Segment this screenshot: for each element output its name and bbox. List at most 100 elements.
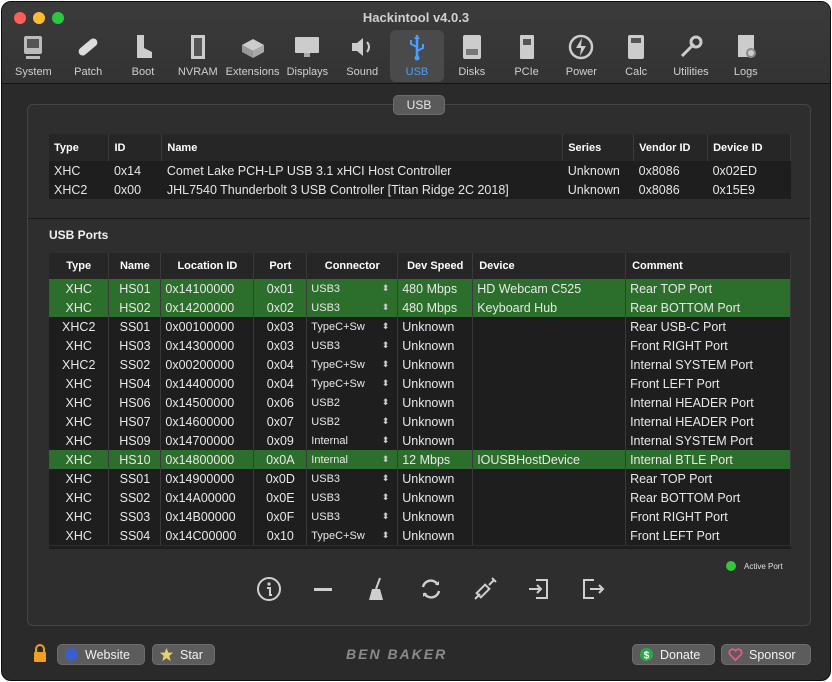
port-comment-cell: Internal SYSTEM Port (625, 431, 791, 450)
usb-port-row[interactable]: XHC HS07 0x14600000 0x07 USB2 ⬍ Unknown Interna… (49, 412, 791, 431)
toolbar-item-system[interactable]: System (6, 30, 61, 82)
toolbar-item-sound[interactable]: Sound (335, 30, 390, 82)
toolbar-item-label: Calc (625, 66, 648, 78)
usb-port-row[interactable]: XHC HS03 0x14300000 0x03 USB3 ⬍ Unknown Front R… (49, 336, 791, 355)
displays-icon (295, 37, 320, 57)
usb-port-row[interactable]: XHC SS02 0x14A00000 0x0E USB3 ⬍ Unknown Rear BO… (49, 488, 791, 507)
controllers-header[interactable]: ID (108, 134, 163, 161)
export-icon (583, 579, 605, 599)
toolbar: System Patch Boot NVRAM Extensions Displays So… (6, 30, 773, 82)
toolbar-item-power[interactable]: Power (554, 30, 609, 82)
inject-button[interactable] (458, 574, 512, 604)
connector-select[interactable]: Internal ⬍ (306, 450, 399, 469)
ports-header[interactable]: Comment (625, 253, 791, 279)
connector-select[interactable]: USB3 ⬍ (306, 279, 399, 298)
controller-row[interactable]: XHC2 0x00 JHL7540 Thunderbolt 3 USB Contro… (49, 180, 791, 199)
usb-port-row[interactable]: XHC SS01 0x14900000 0x0D USB3 ⬍ Unknown Rear TO… (49, 469, 791, 488)
connector-select[interactable]: Internal ⬍ (306, 431, 399, 450)
import-button[interactable] (512, 574, 566, 604)
port-location-cell: 0x14700000 (160, 431, 255, 450)
toolbar-item-nvram[interactable]: NVRAM (170, 30, 225, 82)
usb-port-row[interactable]: XHC SS03 0x14B00000 0x0F USB3 ⬍ Unknown Front R… (49, 507, 791, 526)
port-type-cell: XHC (49, 393, 110, 412)
usb-port-row[interactable]: XHC HS09 0x14700000 0x09 Internal ⬍ Unknown Int… (49, 431, 791, 450)
controllers-header[interactable]: Device ID (707, 134, 791, 161)
controllers-header[interactable]: Series (562, 134, 635, 161)
ports-header[interactable]: Dev Speed (397, 253, 474, 279)
connector-value: USB3 (311, 472, 341, 485)
website-button[interactable]: Website (57, 644, 145, 665)
usb-port-row[interactable]: XHC2 SS01 0x00100000 0x03 TypeC+Sw ⬍ Unknown Re… (49, 317, 791, 336)
toolbar-item-usb[interactable]: USB (389, 30, 445, 82)
donate-button[interactable]: $ Donate (632, 644, 715, 665)
port-speed-cell: Unknown (397, 412, 474, 431)
toolbar-item-extensions[interactable]: Extensions (225, 30, 280, 82)
toolbar-item-calc[interactable]: Calc (609, 30, 664, 82)
connector-select[interactable]: TypeC+Sw ⬍ (306, 374, 399, 393)
port-device-cell (472, 393, 627, 412)
port-type-cell: XHC (49, 279, 110, 298)
website-label: Website (85, 647, 130, 662)
usb-port-row[interactable]: XHC HS01 0x14100000 0x01 USB3 ⬍ 480 Mbps HD Web… (49, 279, 791, 298)
connector-select[interactable]: USB3 ⬍ (306, 336, 399, 355)
connector-select[interactable]: USB3 ⬍ (306, 469, 399, 488)
toolbar-item-disks[interactable]: Disks (444, 30, 499, 82)
controllers-header[interactable]: Name (161, 134, 564, 161)
port-name-cell: HS04 (108, 374, 162, 393)
refresh-button[interactable] (404, 574, 458, 604)
port-speed-cell: Unknown (397, 374, 474, 393)
toolbar-item-utilities[interactable]: Utilities (664, 30, 719, 82)
port-location-cell: 0x00100000 (160, 317, 255, 336)
usb-port-row[interactable]: XHC HS10 0x14800000 0x0A Internal ⬍ 12 Mbps IOU… (49, 450, 791, 469)
connector-value: TypeC+Sw (311, 358, 365, 371)
usb-port-row[interactable]: XHC2 SS02 0x00200000 0x04 TypeC+Sw ⬍ Unknown In… (49, 355, 791, 374)
remove-icon (314, 588, 332, 591)
clear-button[interactable] (350, 574, 404, 604)
ports-header[interactable]: Name (108, 253, 162, 279)
export-button[interactable] (566, 574, 620, 604)
controllers-header[interactable]: Type (49, 134, 110, 161)
clear-icon (369, 577, 383, 600)
star-button[interactable]: Star (152, 644, 215, 665)
usb-port-row[interactable]: XHC HS04 0x14400000 0x04 TypeC+Sw ⬍ Unknown Fro… (49, 374, 791, 393)
port-comment-cell: Front LEFT Port (625, 526, 791, 545)
connector-select[interactable]: USB3 ⬍ (306, 507, 399, 526)
connector-select[interactable]: USB3 ⬍ (306, 488, 399, 507)
toolbar-item-pcie[interactable]: PCIe (499, 30, 554, 82)
port-type-cell: XHC (49, 374, 110, 393)
connector-select[interactable]: TypeC+Sw ⬍ (306, 355, 399, 374)
connector-select[interactable]: USB2 ⬍ (306, 412, 399, 431)
connector-select[interactable]: USB3 ⬍ (306, 298, 399, 317)
ports-header[interactable]: Port (253, 253, 308, 279)
usb-port-row[interactable]: XHC HS06 0x14500000 0x06 USB2 ⬍ Unknown Interna… (49, 393, 791, 412)
toolbar-item-label: Displays (286, 66, 329, 78)
port-name-cell: HS02 (108, 298, 162, 317)
ports-header[interactable]: Location ID (160, 253, 255, 279)
toolbar-item-patch[interactable]: Patch (61, 30, 116, 82)
controller-row[interactable]: XHC 0x14 Comet Lake PCH-LP USB 3.1 xHCI Ho… (49, 161, 791, 180)
toolbar-item-logs[interactable]: Logs (718, 30, 773, 82)
connector-select[interactable]: TypeC+Sw ⬍ (306, 526, 399, 545)
controllers-header[interactable]: Vendor ID (633, 134, 709, 161)
toolbar-item-displays[interactable]: Displays (280, 30, 335, 82)
info-button[interactable] (242, 574, 296, 604)
toolbar-item-label: Patch (74, 66, 103, 78)
chevron-updown-icon: ⬍ (381, 472, 390, 483)
toolbar-item-boot[interactable]: Boot (116, 30, 171, 82)
usb-port-row[interactable]: XHC SS04 0x14C00000 0x10 TypeC+Sw ⬍ Unknown Fro… (49, 526, 791, 545)
port-speed-cell: Unknown (397, 526, 474, 545)
port-comment-cell: Rear TOP Port (625, 469, 791, 488)
connector-select[interactable]: USB2 ⬍ (306, 393, 399, 412)
ports-header[interactable]: Type (49, 253, 110, 279)
port-device-cell (472, 336, 627, 355)
connector-select[interactable]: TypeC+Sw ⬍ (306, 317, 399, 336)
port-location-cell: 0x14A00000 (160, 488, 255, 507)
lock-icon[interactable] (32, 643, 48, 668)
connector-value: TypeC+Sw (311, 377, 365, 390)
usb-port-row[interactable]: XHC HS02 0x14200000 0x02 USB3 ⬍ 480 Mbps Keyboa… (49, 298, 791, 317)
remove-button[interactable] (296, 574, 350, 604)
ports-header[interactable]: Connector (306, 253, 399, 279)
ports-header[interactable]: Device (472, 253, 627, 279)
port-speed-cell: 12 Mbps (397, 450, 474, 469)
sponsor-button[interactable]: Sponsor (721, 644, 811, 665)
